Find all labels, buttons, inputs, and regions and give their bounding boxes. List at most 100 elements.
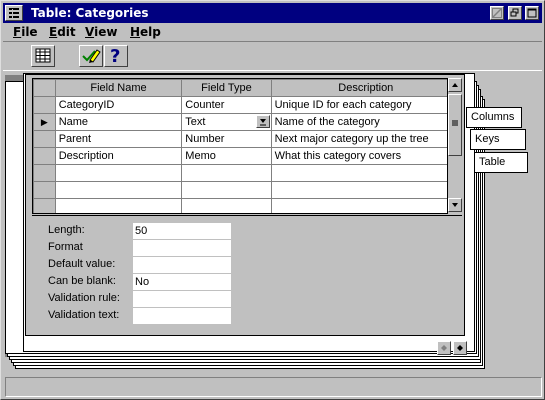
toolbar: ? [3, 41, 542, 71]
description-cell[interactable] [270, 181, 461, 199]
grip-lines-icon [452, 120, 458, 126]
row-selector[interactable] [33, 198, 56, 213]
table-row[interactable]: Parent Number Next major category up the… [33, 130, 461, 148]
scroll-thumb[interactable] [448, 94, 462, 156]
menu-file-accel: F [13, 25, 22, 39]
dropdown-arrow-icon [259, 119, 266, 126]
table-view-button[interactable] [31, 45, 55, 67]
field-type-cell[interactable] [181, 181, 272, 199]
arrow-down-icon [452, 203, 458, 207]
field-type-cell[interactable] [181, 164, 272, 182]
status-bar [5, 377, 542, 397]
maximize-icon[interactable] [525, 6, 539, 20]
description-cell[interactable]: What this category covers [270, 147, 461, 165]
menu-edit-rest: dit [57, 25, 76, 39]
description-cell[interactable]: Unique ID for each category [270, 96, 461, 114]
field-type-cell[interactable]: Counter [181, 96, 272, 114]
validation-text-field[interactable] [133, 308, 231, 324]
tab-keys[interactable]: Keys [470, 129, 526, 150]
system-menu-icon[interactable] [5, 5, 23, 21]
window-title: Table: Categories [31, 6, 149, 20]
field-type-cell[interactable]: Number [181, 130, 272, 148]
grid-vertical-scrollbar[interactable] [447, 78, 462, 214]
scroll-down-button[interactable] [448, 198, 462, 212]
field-name-cell[interactable] [54, 164, 183, 182]
table-row[interactable] [33, 198, 461, 213]
field-name-cell[interactable]: Name [54, 113, 183, 131]
table-row[interactable]: Description Memo What this category cove… [33, 147, 461, 165]
title-bar[interactable]: Table: Categories [3, 3, 542, 23]
row-selector[interactable] [33, 181, 56, 199]
description-cell[interactable] [270, 164, 461, 182]
row-selector[interactable] [33, 96, 56, 114]
edit-design-button[interactable] [79, 45, 103, 67]
field-name-cell[interactable] [54, 181, 183, 199]
default-value-field[interactable] [133, 257, 231, 273]
validation-rule-field[interactable] [133, 291, 231, 307]
diamond-icon [457, 345, 463, 351]
header-description: Description [270, 79, 461, 97]
table-row[interactable]: CategoryID Counter Unique ID for each ca… [33, 96, 461, 114]
page-next-button[interactable] [453, 341, 467, 355]
field-type-cell[interactable] [181, 198, 272, 213]
diamond-icon [441, 345, 447, 351]
row-selector[interactable] [33, 130, 56, 148]
field-name-cell[interactable]: Parent [54, 130, 183, 148]
row-selector-current[interactable]: ▶ [33, 113, 56, 131]
header-field-name: Field Name [54, 79, 183, 97]
format-field[interactable] [133, 240, 231, 256]
row-selector[interactable] [33, 147, 56, 165]
can-be-blank-label: Can be blank: [48, 275, 116, 287]
validation-rule-label: Validation rule: [48, 292, 120, 304]
fields-table: Field Name Field Type Description Catego… [33, 79, 461, 213]
help-question-icon: ? [110, 46, 121, 67]
description-cell[interactable]: Name of the category [270, 113, 461, 131]
restore-icon[interactable] [508, 6, 522, 20]
length-field[interactable]: 50 [133, 223, 231, 239]
menu-view[interactable]: View [85, 25, 117, 39]
description-cell[interactable] [270, 198, 461, 213]
description-cell[interactable]: Next major category up the tree [270, 130, 461, 148]
menu-file-rest: ile [21, 25, 38, 39]
field-properties: Length: 50 Format Default value: Can be … [32, 215, 462, 333]
pencil-check-icon [82, 49, 101, 63]
menu-bar: File Edit View Help [3, 23, 542, 41]
can-be-blank-field[interactable]: No [133, 274, 231, 290]
table-row[interactable]: ▶ Name Text Name of the category [33, 113, 461, 131]
format-label: Format [48, 241, 83, 253]
menu-view-rest: iew [94, 25, 118, 39]
help-button[interactable]: ? [104, 45, 128, 67]
fields-grid[interactable]: Field Name Field Type Description Catego… [32, 78, 462, 214]
default-value-label: Default value: [48, 258, 116, 270]
field-name-cell[interactable]: Description [54, 147, 183, 165]
menu-edit[interactable]: Edit [49, 25, 76, 39]
menu-view-accel: V [85, 25, 95, 39]
tab-table[interactable]: Table [474, 152, 528, 173]
menu-file[interactable]: File [13, 25, 38, 39]
field-type-cell[interactable]: Text [181, 113, 272, 131]
table-designer-window: Table: Categories File Edit View Help ? … [0, 0, 545, 400]
close-disabled-icon[interactable] [490, 6, 504, 20]
page-prev-button[interactable] [437, 341, 451, 355]
field-type-cell[interactable]: Memo [181, 147, 272, 165]
grid-corner [33, 79, 56, 97]
length-label: Length: [48, 224, 85, 236]
field-type-dropdown-button[interactable] [255, 115, 270, 128]
scroll-up-button[interactable] [448, 78, 462, 92]
grid-header-row: Field Name Field Type Description [33, 79, 461, 97]
table-row[interactable] [33, 181, 461, 199]
menu-help-accel: H [130, 25, 141, 39]
menu-edit-accel: E [49, 25, 58, 39]
field-type-value: Text [185, 116, 206, 128]
arrow-up-icon [452, 83, 458, 87]
row-selector[interactable] [33, 164, 56, 182]
tab-columns[interactable]: Columns [466, 107, 522, 128]
header-field-type: Field Type [181, 79, 272, 97]
menu-help-rest: elp [140, 25, 161, 39]
table-grid-icon [35, 48, 51, 63]
table-row[interactable] [33, 164, 461, 182]
field-name-cell[interactable] [54, 198, 183, 213]
field-name-cell[interactable]: CategoryID [54, 96, 183, 114]
current-row-arrow-icon: ▶ [40, 117, 48, 127]
menu-help[interactable]: Help [130, 25, 161, 39]
